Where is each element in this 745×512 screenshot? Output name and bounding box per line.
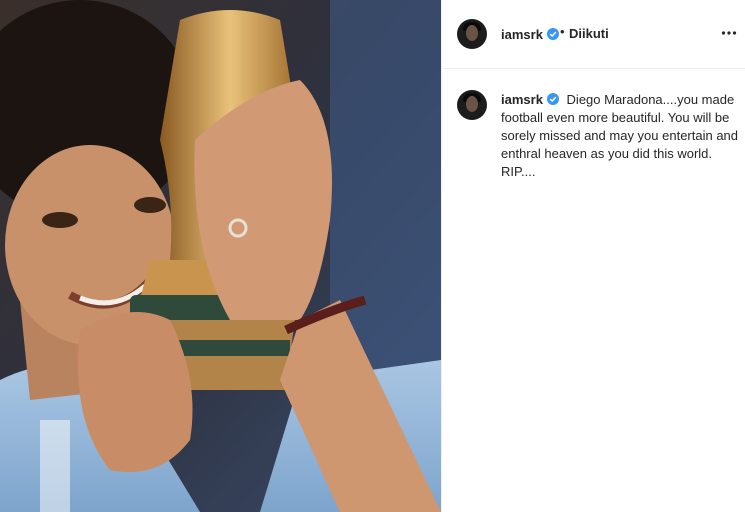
header-username-row: iamsrk [501,26,559,44]
following-button[interactable]: Diikuti [569,26,609,41]
post-details-panel: iamsrk • Diikuti iamsrk Diego Maradona..… [441,0,745,512]
header-username[interactable]: iamsrk [501,27,543,42]
post-photo[interactable] [0,0,441,512]
post-header: iamsrk • Diikuti [442,0,745,69]
caption-username[interactable]: iamsrk [501,92,559,107]
maradona-trophy-photo [0,0,441,512]
instagram-post: iamsrk • Diikuti iamsrk Diego Maradona..… [0,0,745,512]
avatar[interactable] [457,19,487,49]
verified-badge-icon [546,28,559,40]
more-options-icon[interactable] [721,25,737,41]
caption-avatar[interactable] [457,90,487,120]
verified-badge-icon [546,93,559,105]
separator-dot: • [560,24,565,39]
caption: iamsrk Diego Maradona....you made footba… [501,91,745,181]
